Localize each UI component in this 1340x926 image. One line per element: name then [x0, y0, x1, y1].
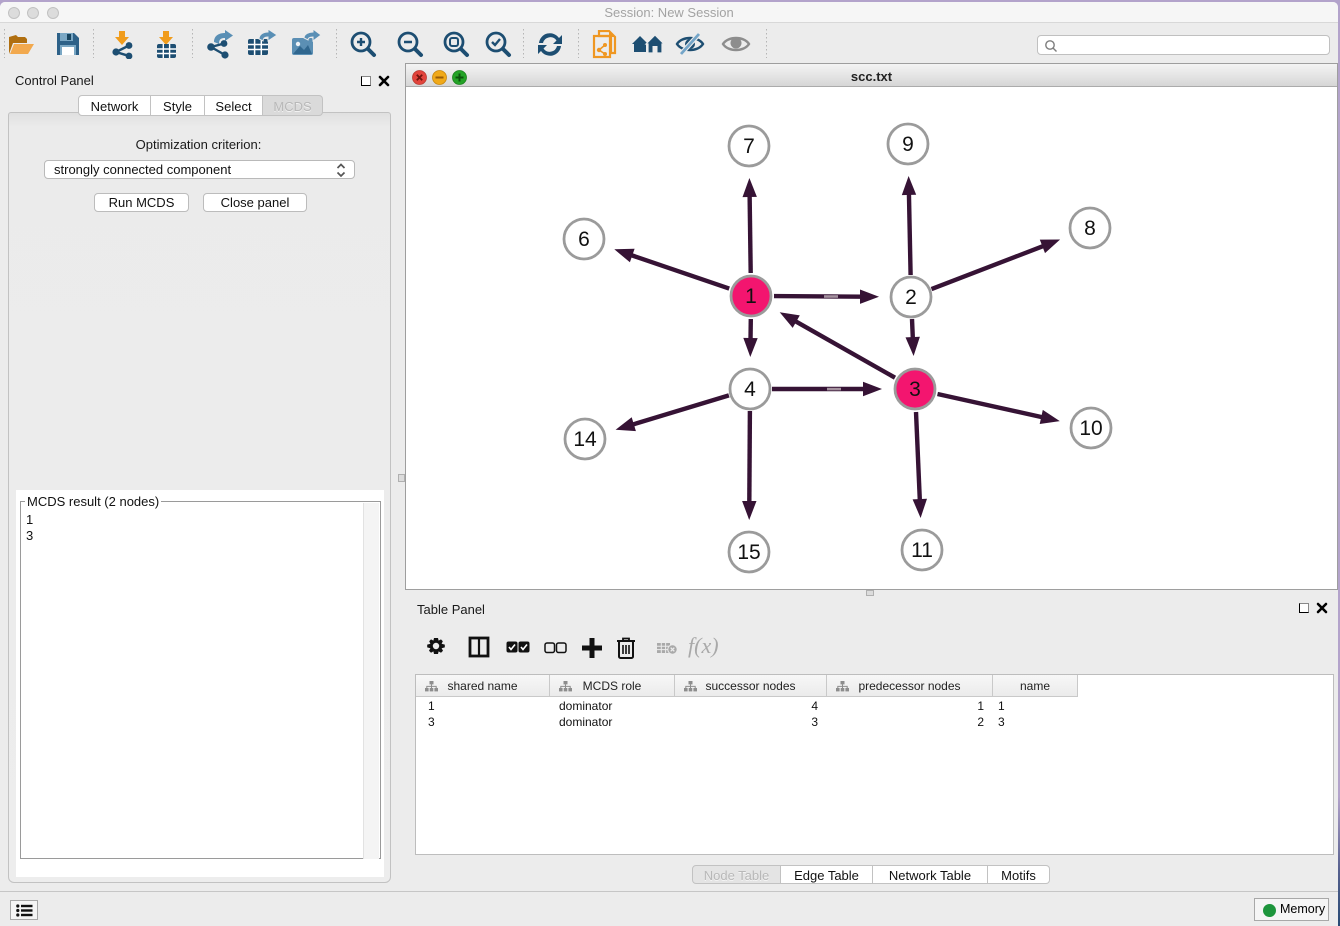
svg-text:9: 9	[902, 133, 914, 156]
svg-text:11: 11	[911, 539, 933, 562]
svg-text:3: 3	[909, 378, 921, 401]
svg-text:8: 8	[1084, 217, 1096, 240]
svg-text:2: 2	[905, 286, 917, 309]
svg-text:14: 14	[573, 428, 597, 451]
svg-text:10: 10	[1079, 417, 1102, 440]
svg-text:6: 6	[578, 228, 590, 251]
svg-text:15: 15	[737, 541, 760, 564]
svg-text:4: 4	[744, 378, 756, 401]
svg-text:1: 1	[745, 285, 757, 308]
svg-text:7: 7	[743, 135, 755, 158]
